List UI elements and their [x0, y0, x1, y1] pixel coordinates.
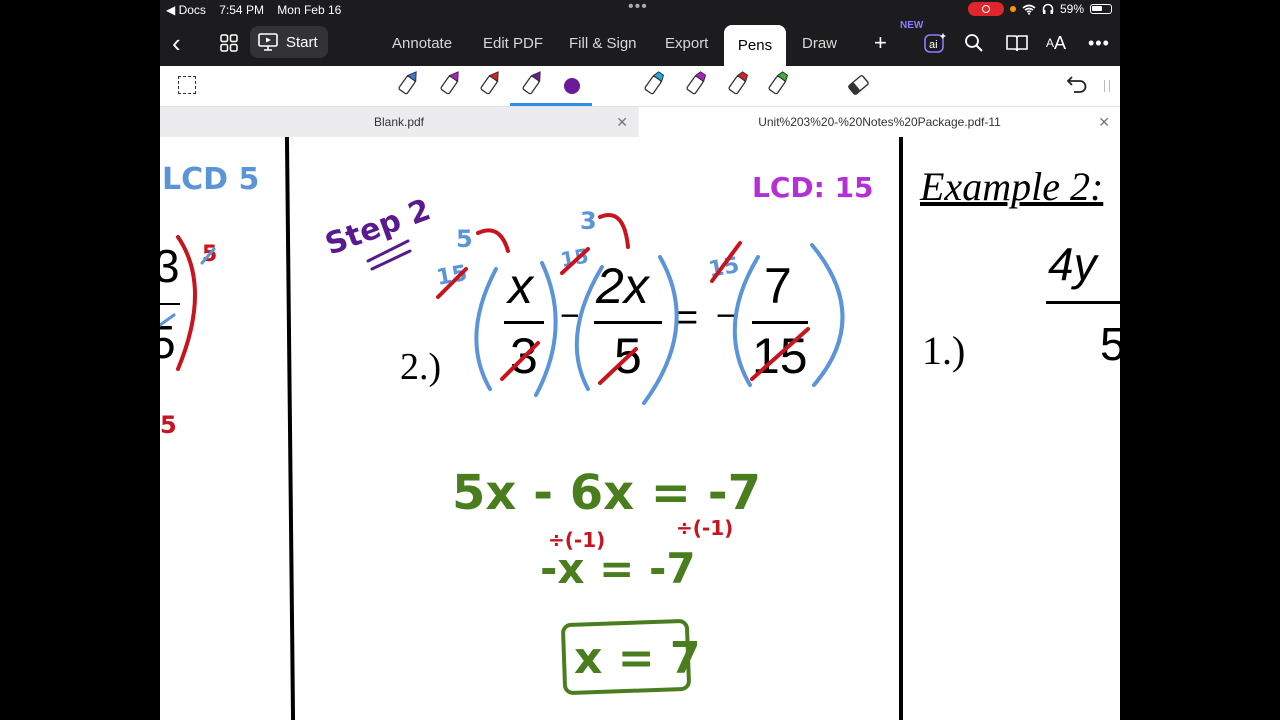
- ai-icon: ai: [924, 33, 946, 53]
- lcd-left-note: LCD 5: [162, 162, 259, 197]
- doc-tab-label: Blank.pdf: [373, 115, 425, 129]
- tab-fill-sign[interactable]: Fill & Sign: [569, 20, 637, 66]
- pen-color-swatch-icon[interactable]: [564, 78, 580, 94]
- toolbar-grabber-icon[interactable]: [1104, 80, 1110, 92]
- cancel-den-5: [598, 347, 638, 385]
- highlighter-2-icon[interactable]: [686, 71, 707, 95]
- lcd-main-note: LCD: 15: [752, 171, 874, 204]
- equation-step-2: -x = -7: [540, 544, 696, 593]
- paren-open-1: [474, 267, 498, 391]
- step-label: Step 2: [321, 192, 435, 262]
- left-mark-5-lower: 5: [160, 411, 177, 439]
- handwriting-layer: LCD 555LCD: 15Step 2 531515 155x - 6x = -7…: [160, 162, 874, 695]
- highlighter-3-icon[interactable]: [728, 71, 749, 95]
- paren-close-3: [810, 243, 845, 387]
- divide-note-b: ÷(-1): [676, 516, 733, 540]
- close-icon[interactable]: ✕: [616, 114, 628, 131]
- pdf-page-canvas[interactable]: 3 5 2.) x 3 − 2x 5 = − 7 15 Example 2: 1…: [160, 137, 1120, 720]
- grid-view-icon[interactable]: [220, 20, 238, 66]
- close-icon[interactable]: ✕: [1098, 114, 1110, 131]
- pen-3-icon[interactable]: [480, 69, 502, 95]
- multiplier-5: 5: [456, 225, 473, 253]
- doc-tab-label: Unit%203%20-%20Notes%20Package.pdf-11: [758, 115, 1001, 129]
- cancel-15-b: 15: [559, 243, 591, 271]
- ai-label: ai: [929, 39, 938, 51]
- paren-open-2: [574, 265, 604, 391]
- multiplier-5-arrow: [476, 228, 510, 253]
- battery-percent: 59%: [1059, 2, 1084, 16]
- tab-draw[interactable]: Draw: [802, 20, 837, 66]
- cancel-den-15: [750, 327, 810, 381]
- mic-indicator-icon: [1009, 6, 1016, 12]
- new-badge: NEW: [900, 20, 924, 31]
- paren-close-1: [534, 261, 558, 397]
- ai-assistant-button[interactable]: ai: [923, 20, 947, 66]
- pen-tray: [398, 69, 869, 95]
- status-time: 7:54 PM: [219, 3, 264, 17]
- text-size-icon[interactable]: AA: [1046, 20, 1066, 66]
- wifi-icon: [1022, 4, 1036, 15]
- pen-toolbar: [160, 66, 1120, 107]
- start-label: Start: [286, 33, 318, 51]
- eraser-icon[interactable]: [848, 75, 869, 95]
- multiplier-3: 3: [580, 207, 597, 235]
- cancel-den-3: [500, 341, 540, 381]
- back-to-docs-link[interactable]: ◀ Docs: [166, 3, 206, 17]
- tab-annotate[interactable]: Annotate: [392, 20, 452, 66]
- tab-edit-pdf[interactable]: Edit PDF: [483, 20, 543, 66]
- status-bar: ◀ Docs 7:54 PM Mon Feb 16 ••• 59%: [160, 0, 1120, 20]
- left-cancel-blue: [160, 313, 176, 327]
- left-paren-red: [176, 235, 197, 371]
- tab-export[interactable]: Export: [665, 20, 708, 66]
- ipad-screen: ◀ Docs 7:54 PM Mon Feb 16 ••• 59% ‹ Star…: [160, 0, 1120, 720]
- selected-pen-indicator: [510, 103, 592, 106]
- headphones-icon: [1042, 3, 1054, 14]
- multitasking-dots-icon[interactable]: •••: [628, 0, 648, 16]
- highlighter-4-icon[interactable]: [768, 71, 789, 95]
- pen-1-icon[interactable]: [398, 69, 420, 95]
- reader-view-icon[interactable]: [1006, 20, 1028, 66]
- pen-2-icon[interactable]: [440, 69, 462, 95]
- status-date: Mon Feb 16: [277, 3, 342, 17]
- presentation-icon: [258, 33, 278, 51]
- back-chevron-icon[interactable]: ‹: [172, 20, 181, 66]
- doc-tab-notes-package[interactable]: Unit%203%20-%20Notes%20Package.pdf-11 ✕: [639, 107, 1120, 137]
- final-answer: x = 7: [574, 633, 701, 684]
- document-tabs: Blank.pdf ✕ Unit%203%20-%20Notes%20Packa…: [160, 107, 1120, 138]
- doc-tab-blank[interactable]: Blank.pdf ✕: [160, 107, 638, 137]
- pen-4-icon[interactable]: [522, 69, 544, 95]
- highlighter-1-icon[interactable]: [644, 71, 665, 95]
- start-presentation-button[interactable]: Start: [250, 26, 328, 58]
- add-icon[interactable]: +: [874, 20, 887, 66]
- undo-icon[interactable]: [1066, 74, 1088, 99]
- cancel-15-a: 15: [435, 261, 470, 291]
- tab-pens[interactable]: Pens: [724, 25, 786, 66]
- equation-step-1: 5x - 6x = -7: [452, 465, 761, 521]
- search-icon[interactable]: [964, 20, 984, 66]
- main-toolbar: ‹ Start Annotate Edit PDF Fill & Sign Ex…: [160, 20, 1120, 66]
- paren-close-2: [642, 255, 679, 405]
- battery-icon: [1090, 4, 1112, 14]
- screen-recording-icon[interactable]: [967, 2, 1004, 16]
- more-options-icon[interactable]: •••: [1088, 20, 1110, 66]
- multiplier-3-arrow: [598, 213, 630, 249]
